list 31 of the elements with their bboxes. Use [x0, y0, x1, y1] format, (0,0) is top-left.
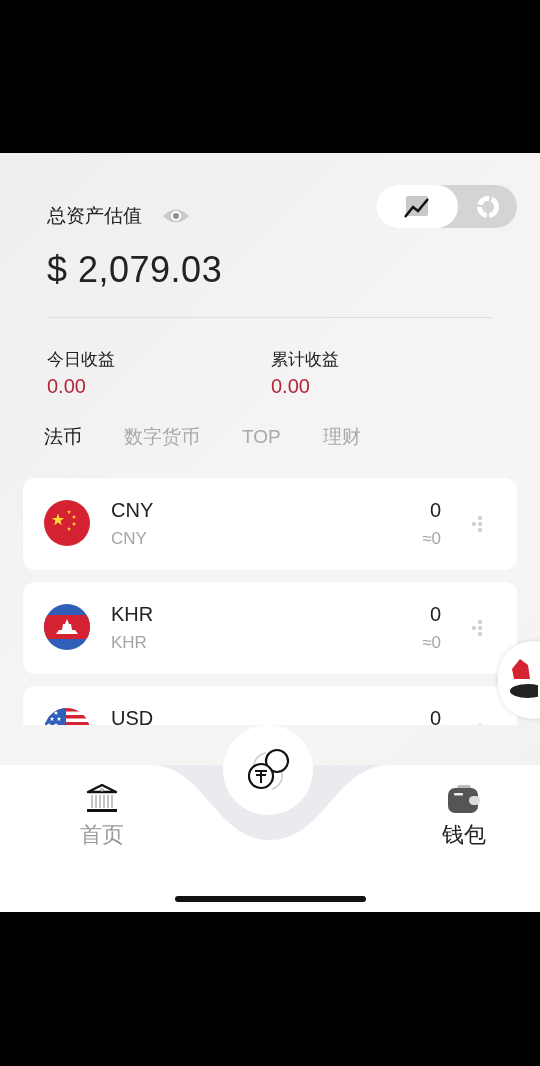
- currency-amount: 0: [429, 602, 441, 626]
- currency-card[interactable]: USD 0: [23, 686, 517, 725]
- view-toggle-option[interactable]: [376, 185, 458, 228]
- earnings-label: 累计收益: [271, 349, 340, 371]
- nav-tab[interactable]: 钱包: [442, 783, 486, 853]
- line-chart-icon: [404, 194, 430, 219]
- eye-icon[interactable]: [162, 207, 190, 225]
- currency-name: KHR: [111, 632, 148, 654]
- cambodia-flag-icon: [44, 604, 90, 650]
- earnings-label: 今日收益: [47, 349, 116, 371]
- currency-name: CNY: [111, 528, 148, 550]
- currency-code: USD: [111, 706, 155, 725]
- currency-approx-value: ≈0: [422, 528, 441, 550]
- donut-chart-icon: [475, 194, 500, 219]
- china-flag-icon: [44, 500, 90, 546]
- total-assets-title: 总资产估值: [47, 204, 142, 228]
- wallet-icon: [447, 783, 481, 815]
- currency-approx-value: ≈0: [422, 632, 441, 654]
- earnings-value: 0.00: [271, 374, 311, 399]
- drag-handle-icon[interactable]: [472, 516, 483, 532]
- currency-card[interactable]: CNY CNY 0 ≈0: [23, 478, 517, 570]
- total-assets-amount: $ 2,079.03: [47, 248, 224, 292]
- drag-handle-icon[interactable]: [472, 620, 483, 636]
- bank-icon: [85, 783, 119, 815]
- currency-card[interactable]: KHR KHR 0 ≈0: [23, 582, 517, 674]
- currency-amount: 0: [429, 706, 441, 725]
- category-tab[interactable]: 法币: [44, 422, 82, 452]
- earnings-value: 0.00: [47, 374, 87, 399]
- currency-code: KHR: [111, 602, 155, 626]
- currency-amount: 0: [429, 498, 441, 522]
- currency-code: CNY: [111, 498, 155, 522]
